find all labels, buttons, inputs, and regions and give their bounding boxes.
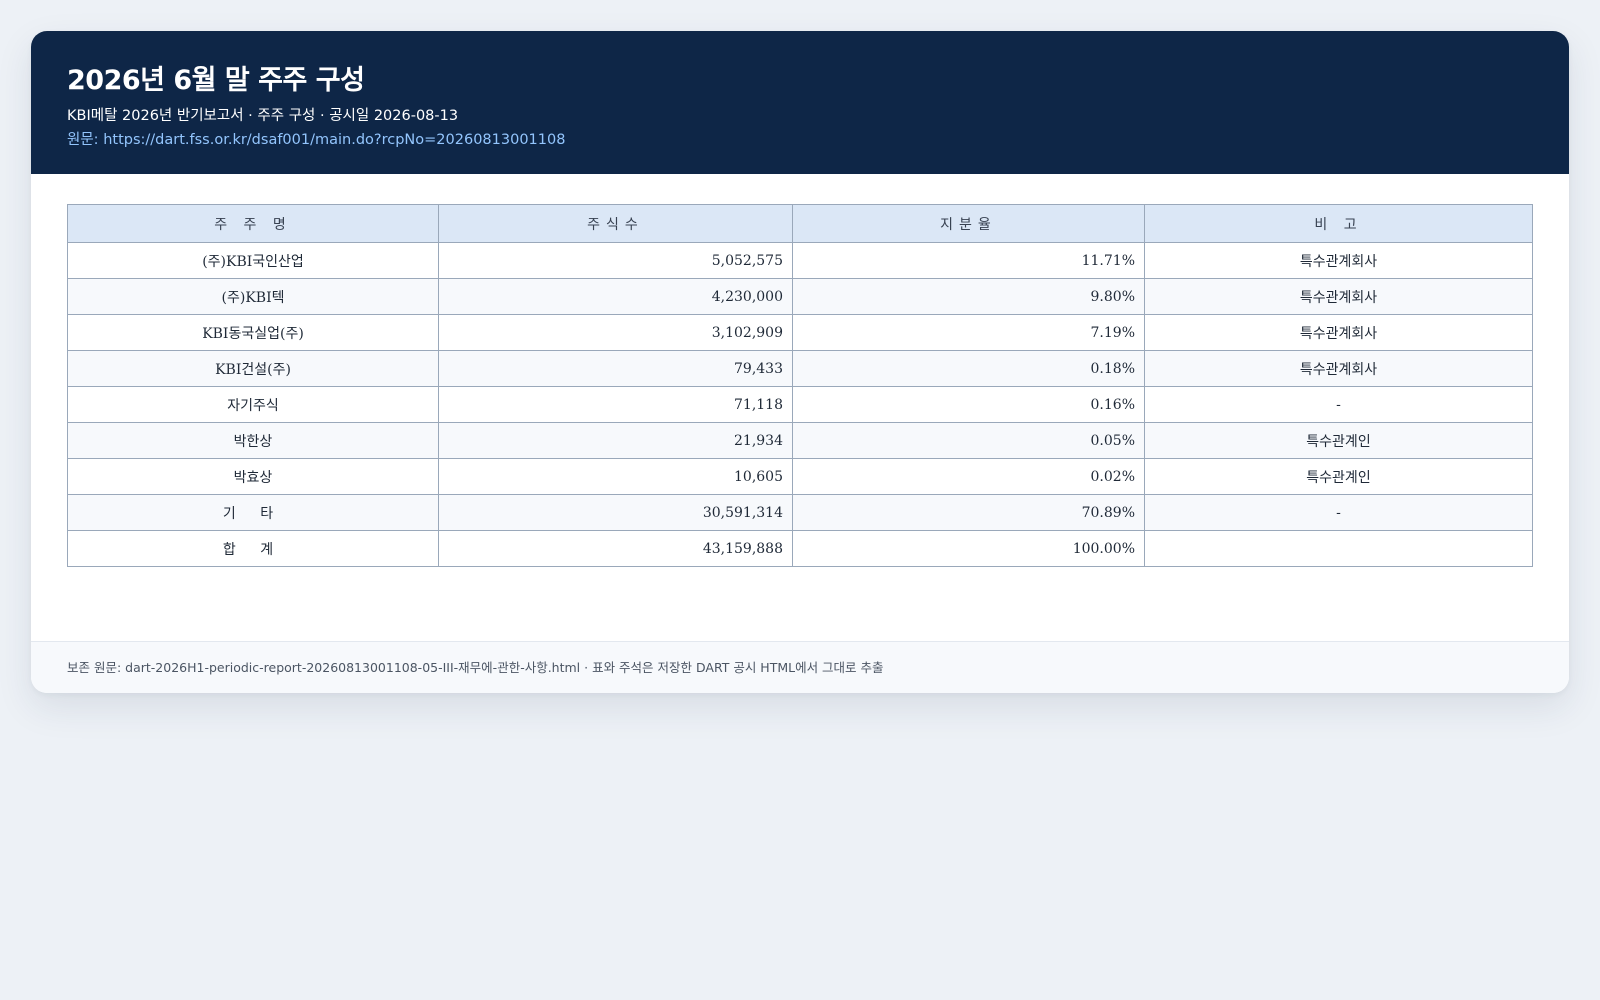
table-row: (주)KBI국인산업 5,052,575 11.71% 특수관계회사 xyxy=(67,242,1533,279)
share-count: 3,102,909 xyxy=(438,314,793,351)
column-header-shares: 주식수 xyxy=(438,204,793,243)
report-footer: 보존 원문: dart-2026H1-periodic-report-20260… xyxy=(31,641,1569,693)
share-ratio: 70.89% xyxy=(792,494,1145,531)
table-row: KBI동국실업(주) 3,102,909 7.19% 특수관계회사 xyxy=(67,314,1533,351)
shareholder-name: KBI건설(주) xyxy=(67,350,439,387)
table-row: 박한상 21,934 0.05% 특수관계인 xyxy=(67,422,1533,459)
share-ratio: 0.05% xyxy=(792,422,1145,459)
column-header-ratio: 지분율 xyxy=(792,204,1145,243)
share-count: 30,591,314 xyxy=(438,494,793,531)
shareholder-name: (주)KBI국인산업 xyxy=(67,242,439,279)
share-count: 71,118 xyxy=(438,386,793,423)
report-content: 주 주 명 주식수 지분율 비 고 (주)KBI국인산업 5,052,575 1… xyxy=(31,174,1569,643)
remark: - xyxy=(1144,494,1533,531)
table-row: (주)KBI텍 4,230,000 9.80% 특수관계회사 xyxy=(67,278,1533,315)
footer-source-note: 보존 원문: dart-2026H1-periodic-report-20260… xyxy=(67,660,884,675)
shareholder-table: 주 주 명 주식수 지분율 비 고 (주)KBI국인산업 5,052,575 1… xyxy=(67,204,1533,567)
column-header-name: 주 주 명 xyxy=(67,204,439,243)
table-header-row: 주 주 명 주식수 지분율 비 고 xyxy=(67,204,1533,243)
source-label: 원문: xyxy=(67,132,104,148)
remark: 특수관계인 xyxy=(1144,422,1533,459)
report-header: 2026년 6월 말 주주 구성 KBI메탈 2026년 반기보고서 · 주주 … xyxy=(31,31,1569,174)
source-link[interactable]: https://dart.fss.or.kr/dsaf001/main.do?r… xyxy=(103,132,565,148)
remark: 특수관계회사 xyxy=(1144,242,1533,279)
total-label: 합 계 xyxy=(67,530,439,567)
shareholder-name: (주)KBI텍 xyxy=(67,278,439,315)
share-ratio: 7.19% xyxy=(792,314,1145,351)
report-meta: KBI메탈 2026년 반기보고서 · 주주 구성 · 공시일 2026-08-… xyxy=(67,108,459,124)
share-count: 10,605 xyxy=(438,458,793,495)
remark: 특수관계인 xyxy=(1144,458,1533,495)
share-count: 79,433 xyxy=(438,350,793,387)
share-count: 4,230,000 xyxy=(438,278,793,315)
shareholder-name: KBI동국실업(주) xyxy=(67,314,439,351)
shareholder-name: 박한상 xyxy=(67,422,439,459)
share-ratio: 0.02% xyxy=(792,458,1145,495)
source-line: 원문: https://dart.fss.or.kr/dsaf001/main.… xyxy=(67,128,565,149)
total-share-count: 43,159,888 xyxy=(438,530,793,567)
table-row: 기 타 30,591,314 70.89% - xyxy=(67,494,1533,531)
total-remark xyxy=(1144,530,1533,567)
share-ratio: 0.16% xyxy=(792,386,1145,423)
table-row: KBI건설(주) 79,433 0.18% 특수관계회사 xyxy=(67,350,1533,387)
share-count: 21,934 xyxy=(438,422,793,459)
share-count: 5,052,575 xyxy=(438,242,793,279)
shareholder-name: 박효상 xyxy=(67,458,439,495)
share-ratio: 0.18% xyxy=(792,350,1145,387)
report-card: 2026년 6월 말 주주 구성 KBI메탈 2026년 반기보고서 · 주주 … xyxy=(31,31,1569,693)
share-ratio: 9.80% xyxy=(792,278,1145,315)
shareholder-name: 자기주식 xyxy=(67,386,439,423)
table-row: 박효상 10,605 0.02% 특수관계인 xyxy=(67,458,1533,495)
page-title: 2026년 6월 말 주주 구성 xyxy=(67,65,365,96)
remark: 특수관계회사 xyxy=(1144,314,1533,351)
column-header-note: 비 고 xyxy=(1144,204,1533,243)
total-share-ratio: 100.00% xyxy=(792,530,1145,567)
share-ratio: 11.71% xyxy=(792,242,1145,279)
table-row: 자기주식 71,118 0.16% - xyxy=(67,386,1533,423)
remark: 특수관계회사 xyxy=(1144,278,1533,315)
table-total-row: 합 계 43,159,888 100.00% xyxy=(67,530,1533,567)
remark: - xyxy=(1144,386,1533,423)
shareholder-name: 기 타 xyxy=(67,494,439,531)
remark: 특수관계회사 xyxy=(1144,350,1533,387)
